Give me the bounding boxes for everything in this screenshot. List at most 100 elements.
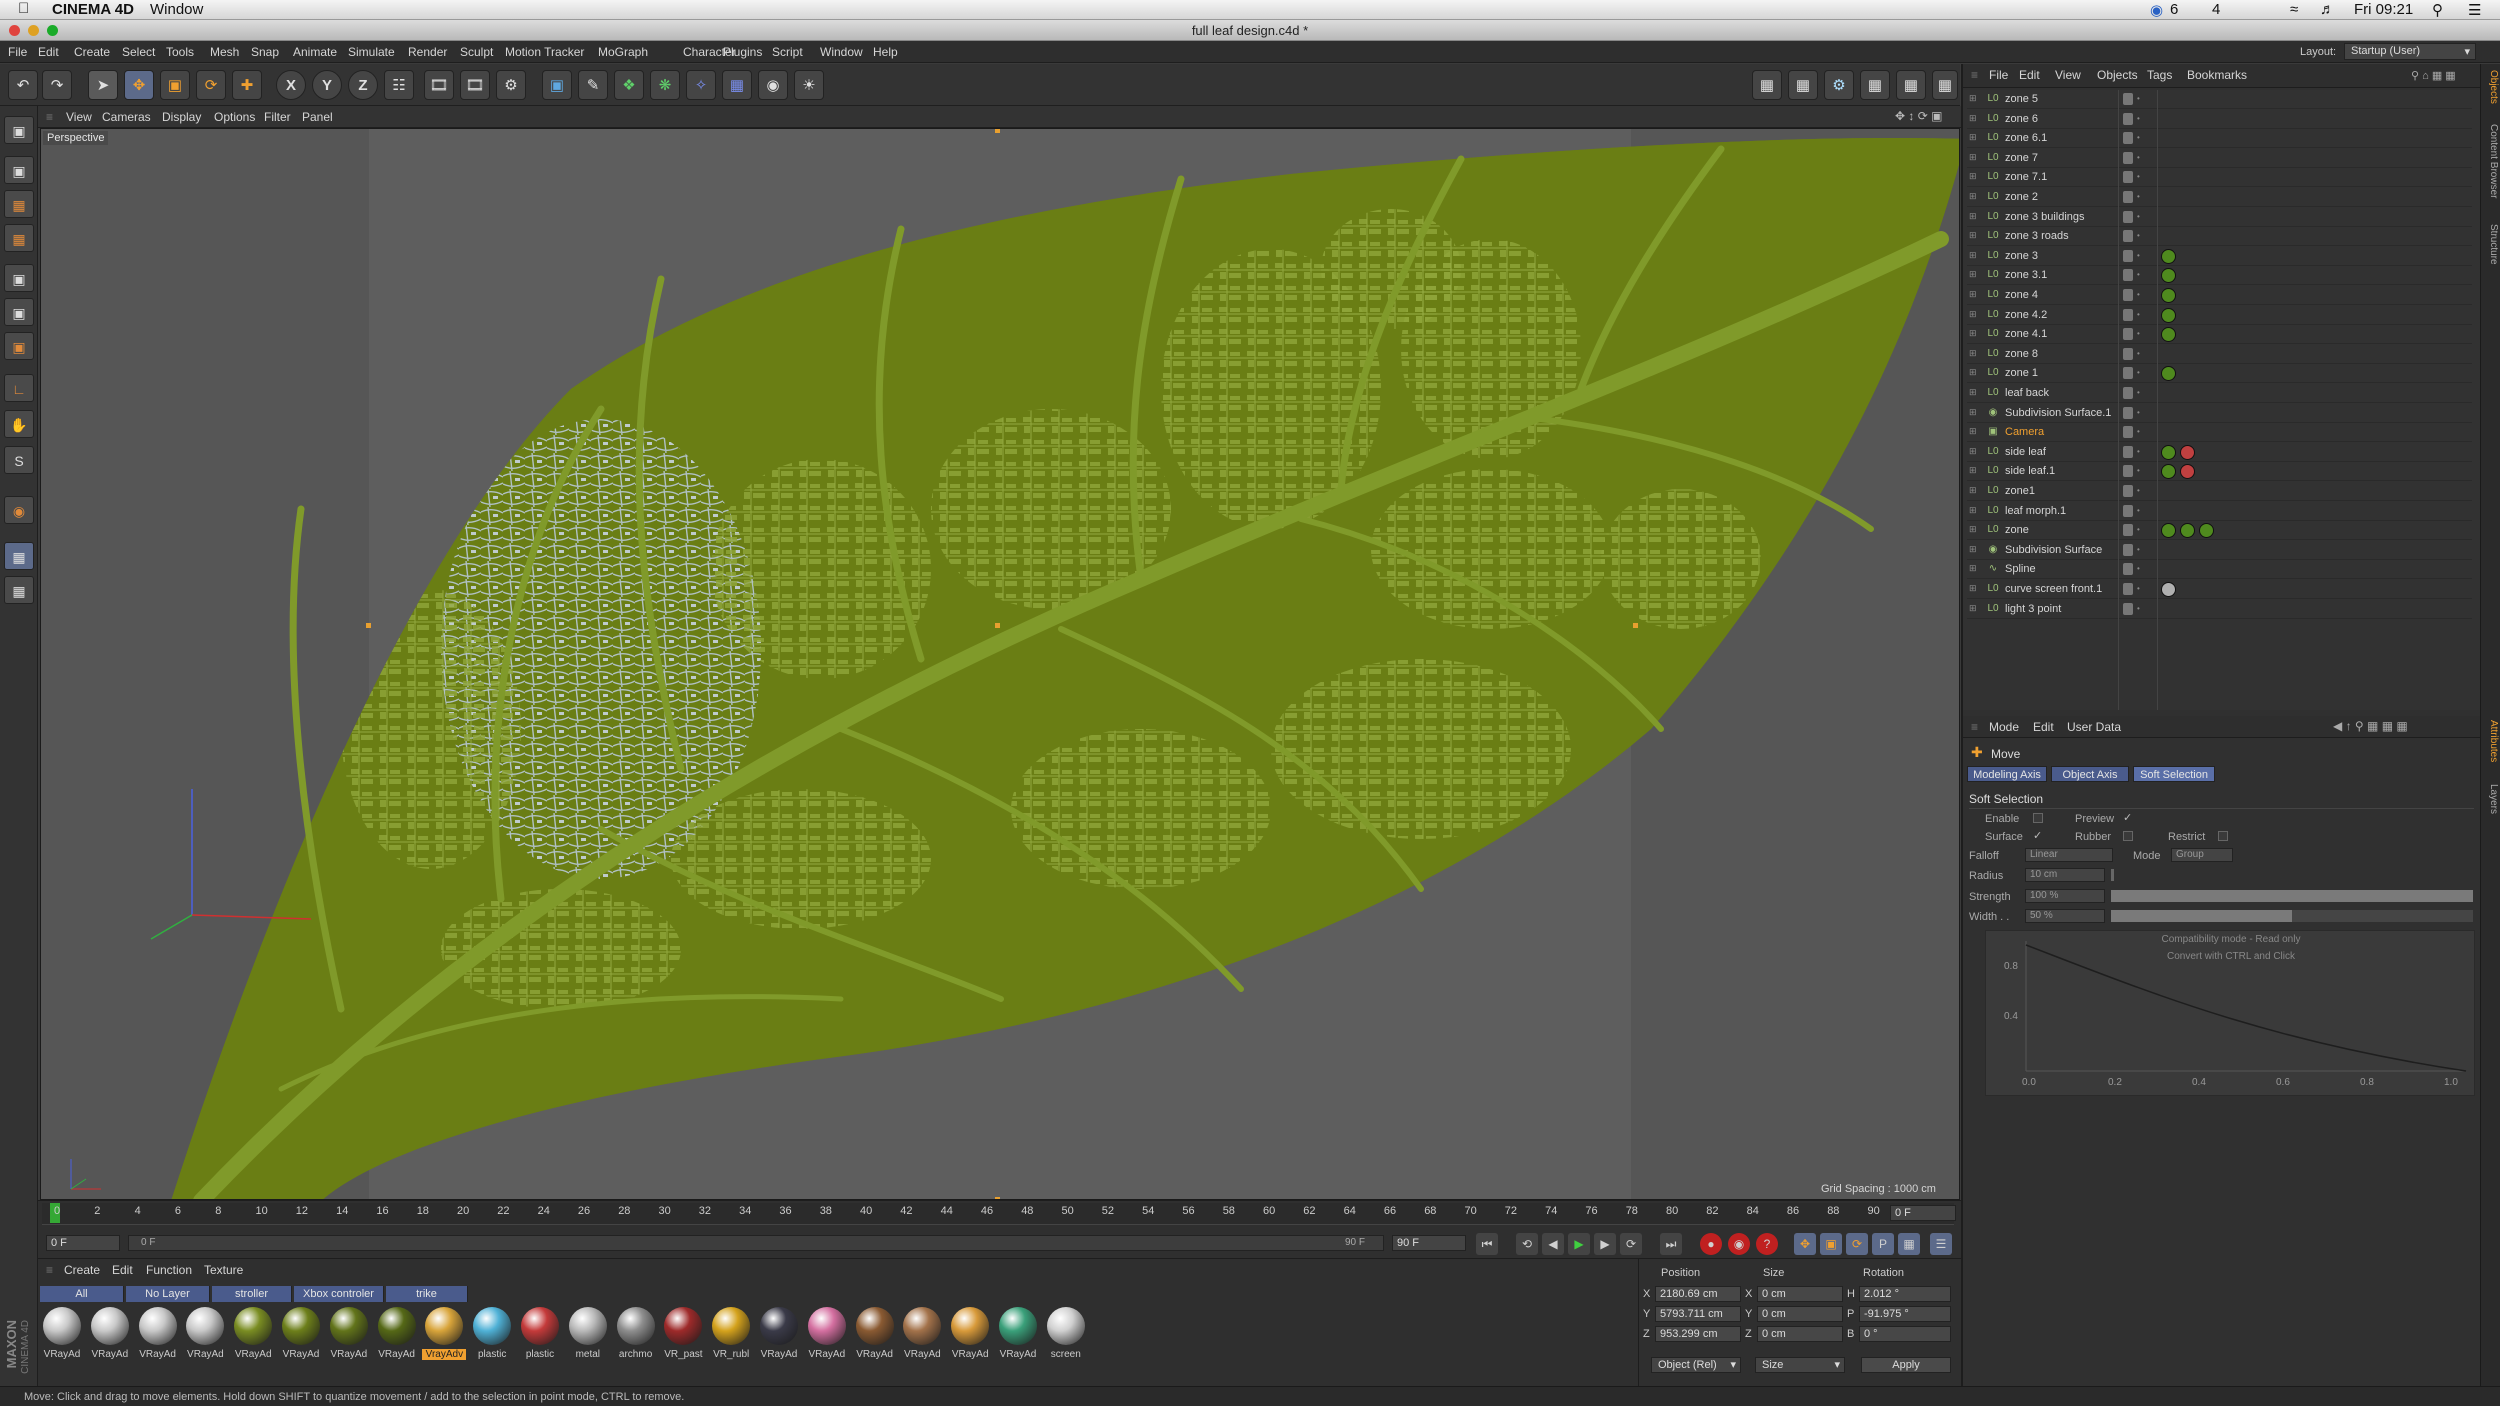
viewport-menu-cameras[interactable]: Cameras [102, 110, 151, 124]
material-swatch[interactable]: metal [566, 1307, 610, 1369]
menu-file[interactable]: File [8, 45, 27, 59]
render-toggle-icon[interactable]: • [2137, 349, 2140, 358]
layout-icon-3[interactable]: ⚙ [1824, 70, 1854, 100]
list-icon[interactable]: ☰ [2468, 1, 2481, 19]
tweak-mode-icon[interactable]: ✋ [4, 410, 34, 438]
render-toggle-icon[interactable]: • [2137, 564, 2140, 573]
rubber-checkbox[interactable] [2123, 831, 2133, 841]
axis-mode-icon[interactable]: ∟ [4, 374, 34, 402]
perspective-viewport[interactable]: Perspective Grid Spacing: 1000 cm [40, 128, 1960, 1200]
attr-menu-user-data[interactable]: User Data [2067, 720, 2121, 734]
range-slider[interactable]: 0 F 90 F [128, 1235, 1384, 1251]
rotate-tool-icon[interactable]: ⟳ [196, 70, 226, 100]
next-frame-icon[interactable]: ▶ [1594, 1233, 1616, 1255]
sculpt-icon[interactable]: ◉ [4, 496, 34, 524]
render-toggle-icon[interactable]: • [2137, 368, 2140, 377]
visibility-toggle[interactable] [2123, 151, 2133, 164]
render-toggle-icon[interactable]: • [2137, 525, 2140, 534]
visibility-toggle[interactable] [2123, 426, 2133, 439]
menu-edit[interactable]: Edit [38, 45, 59, 59]
menu-mograph[interactable]: MoGraph [598, 45, 648, 59]
end-frame-field[interactable]: 90 F [1392, 1235, 1466, 1251]
surface-checkbox[interactable]: ✓ [2033, 829, 2042, 842]
render-toggle-icon[interactable]: • [2137, 192, 2140, 201]
expand-icon[interactable]: ⊞ [1969, 407, 1979, 419]
viewport-nav-icons[interactable]: ✥ ↕ ⟳ ▣ [1895, 109, 1942, 123]
viewport-menu-view[interactable]: View [66, 110, 92, 124]
object-manager-tools[interactable]: ⚲ ⌂ ▦ ▦ [2411, 69, 2456, 82]
object-row[interactable]: ⊞ L0 zone 6.1 • [1967, 129, 2472, 149]
visibility-toggle[interactable] [2123, 367, 2133, 380]
visibility-toggle[interactable] [2123, 210, 2133, 223]
light-icon[interactable]: ☀ [794, 70, 824, 100]
rotation-field[interactable]: -91.975 ° [1859, 1306, 1951, 1322]
apple-icon[interactable]:  [18, 0, 29, 17]
mac-menu-window[interactable]: Window [150, 1, 203, 18]
object-row[interactable]: ⊞ L0 zone 8 • [1967, 345, 2472, 364]
goto-start-icon[interactable]: ⏮ [1476, 1233, 1498, 1255]
visibility-toggle[interactable] [2123, 269, 2133, 282]
layout-icon-4[interactable]: ▦ [1860, 70, 1890, 100]
material-swatch[interactable]: VRayAd [805, 1307, 849, 1369]
current-frame-field[interactable]: 0 F [1890, 1205, 1956, 1221]
menu-render[interactable]: Render [408, 45, 447, 59]
polygons-mode-icon[interactable]: ▣ [4, 332, 34, 360]
add-tool-icon[interactable]: ✚ [232, 70, 262, 100]
render-toggle-icon[interactable]: • [2137, 172, 2140, 181]
expand-icon[interactable]: ⊞ [1969, 328, 1979, 340]
key-scale-icon[interactable]: ▣ [1820, 1233, 1842, 1255]
snap-icon[interactable]: S [4, 446, 34, 474]
material-swatch[interactable]: VrayAdv [422, 1307, 467, 1369]
object-row[interactable]: ⊞ L0 zone 7.1 • [1967, 168, 2472, 188]
select-tool-icon[interactable]: ➤ [88, 70, 118, 100]
material-swatch[interactable]: VRayAd [136, 1307, 180, 1369]
cube-primitive-icon[interactable]: ▣ [542, 70, 572, 100]
material-tag-icon[interactable] [2180, 444, 2195, 460]
object-row[interactable]: ⊞ L0 zone 6 • [1967, 110, 2472, 129]
timeline-layout-icon[interactable]: ☰ [1930, 1233, 1952, 1255]
menu-script[interactable]: Script [772, 45, 803, 59]
expand-icon[interactable]: ⊞ [1969, 465, 1979, 477]
key-position-icon[interactable]: ✥ [1794, 1233, 1816, 1255]
object-row[interactable]: ⊞ L0 zone1 • [1967, 482, 2472, 501]
layout-icon-6[interactable]: ▦ [1932, 70, 1958, 100]
material-tag-icon[interactable] [2161, 523, 2176, 539]
rotation-field[interactable]: 0 ° [1859, 1326, 1951, 1342]
render-toggle-icon[interactable]: • [2137, 231, 2140, 240]
material-tag-icon[interactable] [2180, 464, 2195, 480]
om-menu-view[interactable]: View [2055, 68, 2081, 82]
material-swatch[interactable]: screen [1044, 1307, 1088, 1369]
visibility-toggle[interactable] [2123, 387, 2133, 399]
width-field[interactable]: 50 % [2025, 909, 2105, 923]
workplane-icon[interactable]: ▦ [4, 224, 34, 252]
strength-field[interactable]: 100 % [2025, 889, 2105, 903]
clock[interactable]: Fri 09:21 [2354, 1, 2413, 18]
material-swatch[interactable]: VRayAd [183, 1307, 227, 1369]
object-row[interactable]: ⊞ L0 side leaf.1 • [1967, 462, 2472, 482]
object-row[interactable]: ⊞ L0 curve screen front.1 • [1967, 580, 2472, 599]
preview-checkbox[interactable]: ✓ [2123, 811, 2132, 824]
expand-icon[interactable]: ⊞ [1969, 524, 1979, 536]
material-tag-icon[interactable] [2161, 288, 2176, 303]
object-row[interactable]: ⊞ L0 zone 4 • [1967, 286, 2472, 305]
scale-tool-icon[interactable]: ▣ [160, 70, 190, 100]
object-row[interactable]: ⊞ L0 zone 3 roads • [1967, 227, 2472, 247]
visibility-toggle[interactable] [2123, 504, 2133, 517]
visibility-toggle[interactable] [2123, 230, 2133, 243]
material-swatch[interactable]: archmo [614, 1307, 658, 1369]
visibility-toggle[interactable] [2123, 445, 2133, 458]
render-toggle-icon[interactable]: • [2137, 114, 2140, 123]
material-tag-icon[interactable] [2180, 523, 2195, 539]
edges-mode-icon[interactable]: ▣ [4, 298, 34, 326]
axis-y-button[interactable]: Y [312, 70, 342, 100]
attributes-nav-icons[interactable]: ◀ ↑ ⚲ ▦ ▦ ▦ [2333, 719, 2408, 733]
render-toggle-icon[interactable]: • [2137, 466, 2140, 475]
object-row[interactable]: ⊞ L0 zone 3 buildings • [1967, 208, 2472, 227]
material-swatch[interactable]: VR_rubl [709, 1307, 753, 1369]
render-toggle-icon[interactable]: • [2137, 212, 2140, 221]
floor-icon[interactable]: ▦ [722, 70, 752, 100]
expand-icon[interactable]: ⊞ [1969, 603, 1979, 615]
object-row[interactable]: ⊞ ◉ Subdivision Surface • [1967, 541, 2472, 560]
mode-select[interactable]: Group [2171, 848, 2233, 862]
render-toggle-icon[interactable]: • [2137, 604, 2140, 613]
